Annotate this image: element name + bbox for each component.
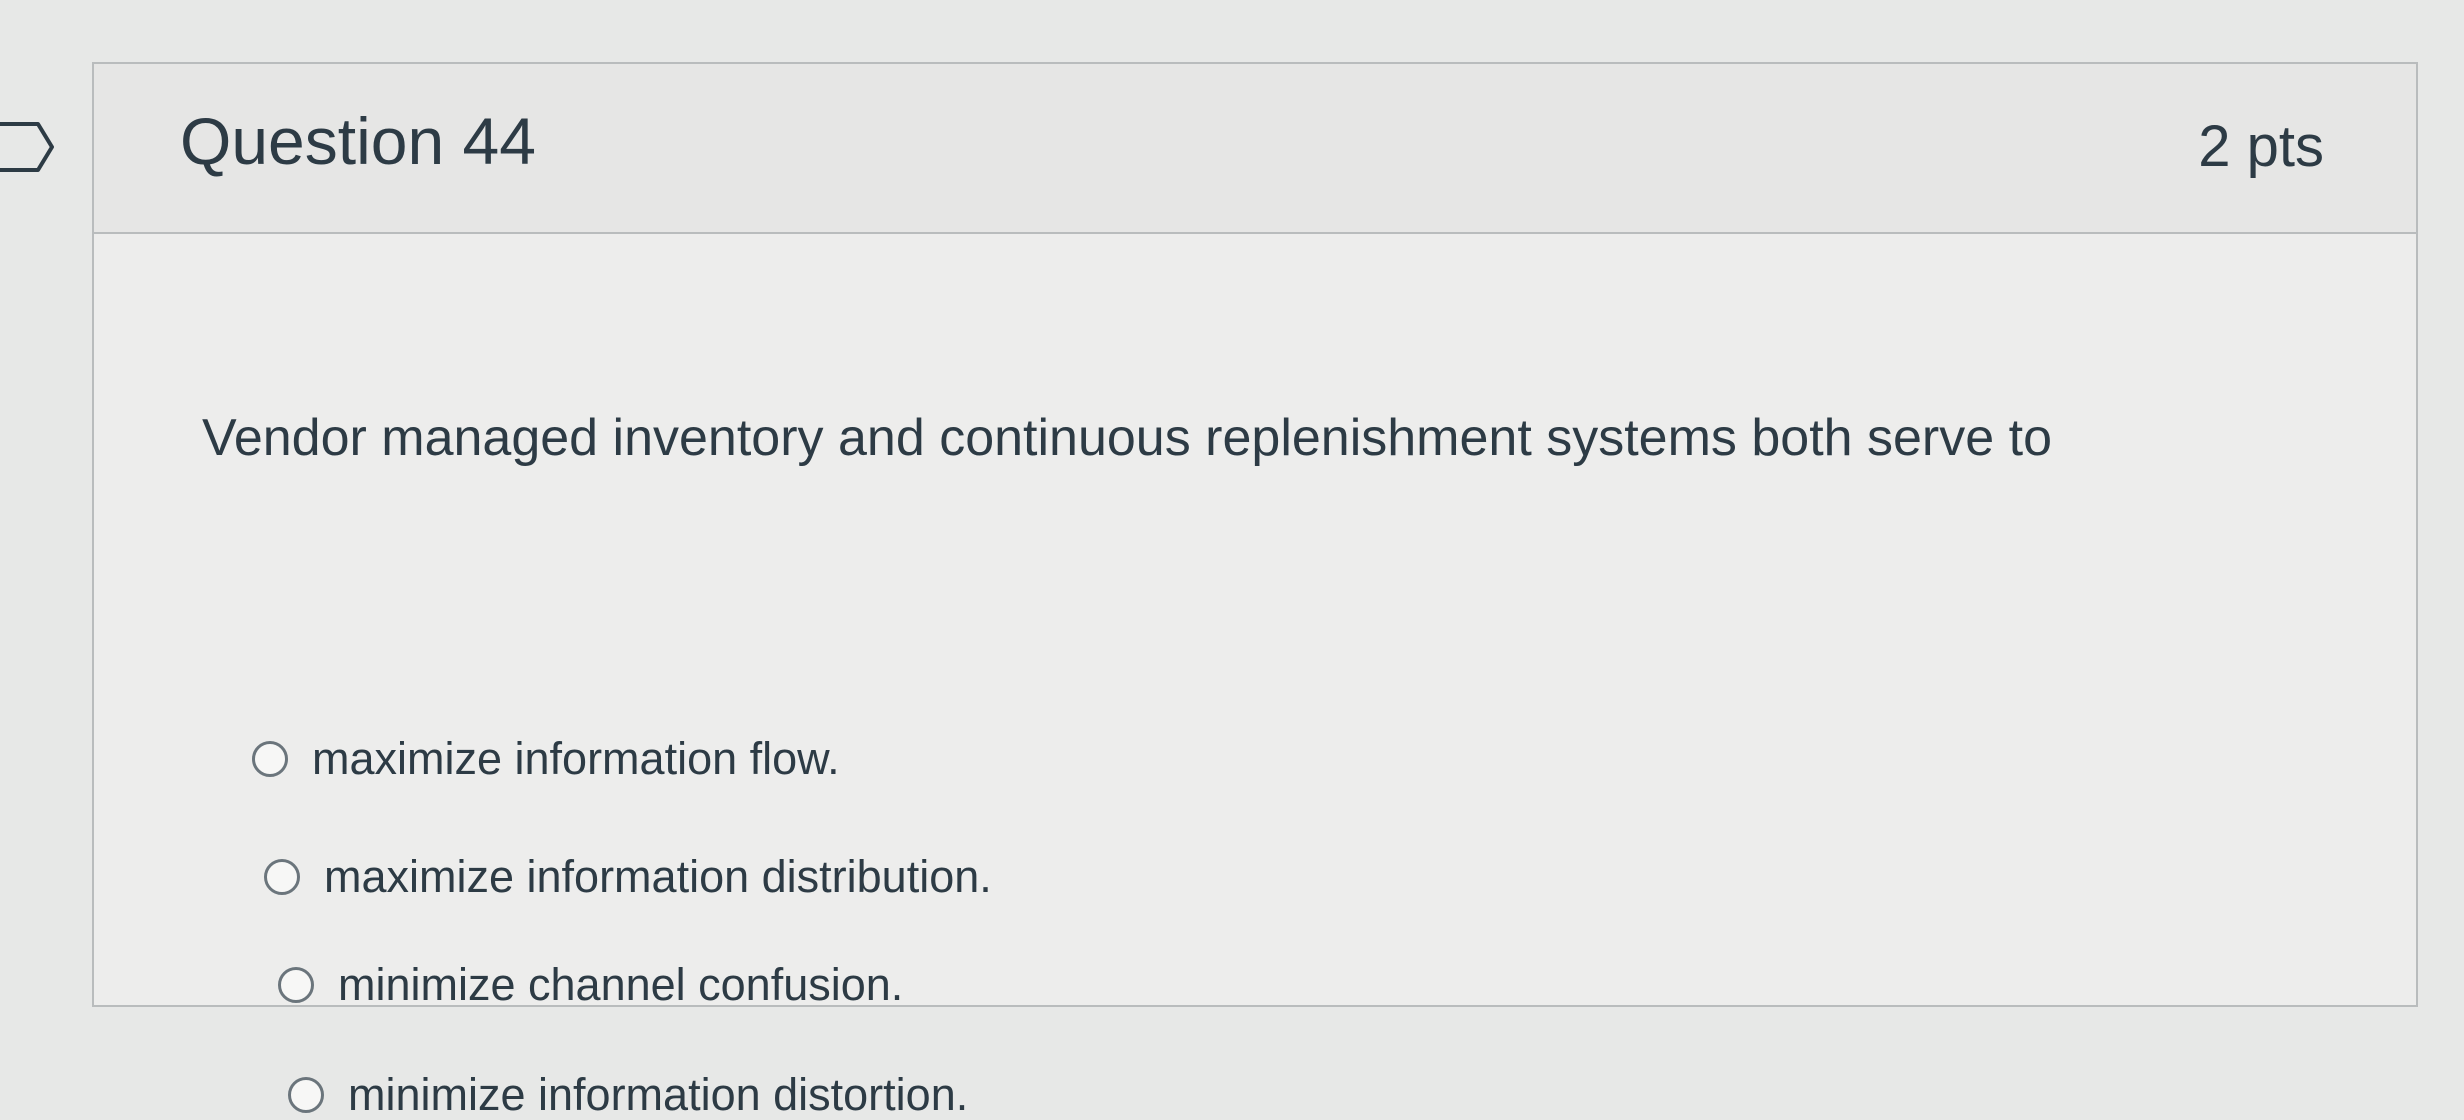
radio-button-icon[interactable]: [288, 1076, 324, 1113]
answer-option-2[interactable]: maximize information distribution.: [264, 854, 992, 899]
radio-button-icon[interactable]: [278, 966, 314, 1003]
answer-label[interactable]: minimize channel confusion.: [338, 962, 903, 1007]
answer-options: maximize information flow. maximize info…: [94, 234, 2416, 1117]
radio-button-icon[interactable]: [264, 858, 300, 895]
question-card: Question 44 2 pts Vendor managed invento…: [92, 62, 2418, 1117]
answer-option-3[interactable]: minimize channel confusion.: [278, 962, 903, 1007]
answer-label[interactable]: maximize information flow.: [312, 736, 840, 781]
question-header: Question 44 2 pts: [94, 64, 2416, 234]
answer-label[interactable]: minimize information distortion.: [348, 1072, 968, 1117]
question-body: Vendor managed inventory and continuous …: [94, 234, 2416, 1117]
answer-option-1[interactable]: maximize information flow.: [252, 736, 840, 781]
flag-question-icon[interactable]: [0, 118, 58, 176]
answer-label[interactable]: maximize information distribution.: [324, 854, 992, 899]
answer-option-4[interactable]: minimize information distortion.: [288, 1072, 968, 1117]
radio-button-icon[interactable]: [252, 740, 288, 777]
question-title: Question 44: [180, 104, 536, 178]
question-points: 2 pts: [2198, 114, 2324, 179]
